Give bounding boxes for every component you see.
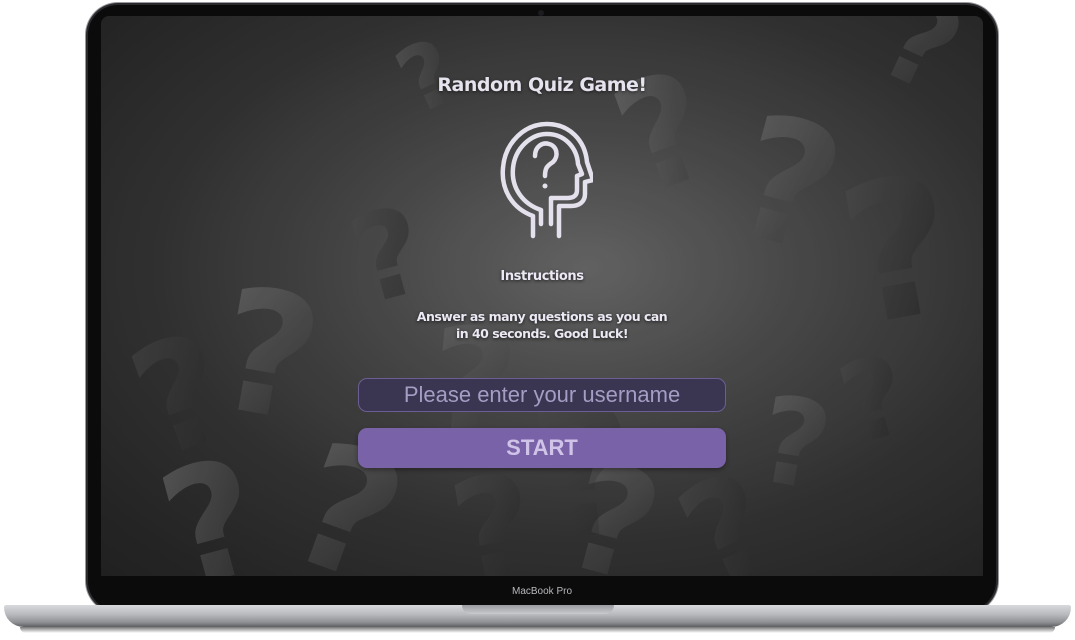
start-button[interactable]: START <box>358 428 726 468</box>
instructions-heading: Instructions <box>500 269 584 284</box>
quiz-app: Random Quiz Game! Instructions Answer as… <box>101 16 983 576</box>
head-question-icon <box>500 121 593 239</box>
username-input[interactable] <box>358 378 726 412</box>
instructions-text: Answer as many questions as you can in 4… <box>416 309 668 341</box>
laptop-mockup: ? ? ? ? ? ? ? ? ? ? ? ? ? ? ? ? ? Random… <box>0 0 1075 640</box>
laptop-shadow <box>20 627 1055 633</box>
page-title: Random Quiz Game! <box>437 74 647 96</box>
laptop-chin: MacBook Pro <box>101 576 983 600</box>
device-label: MacBook Pro <box>511 586 573 597</box>
laptop-notch <box>462 605 614 614</box>
